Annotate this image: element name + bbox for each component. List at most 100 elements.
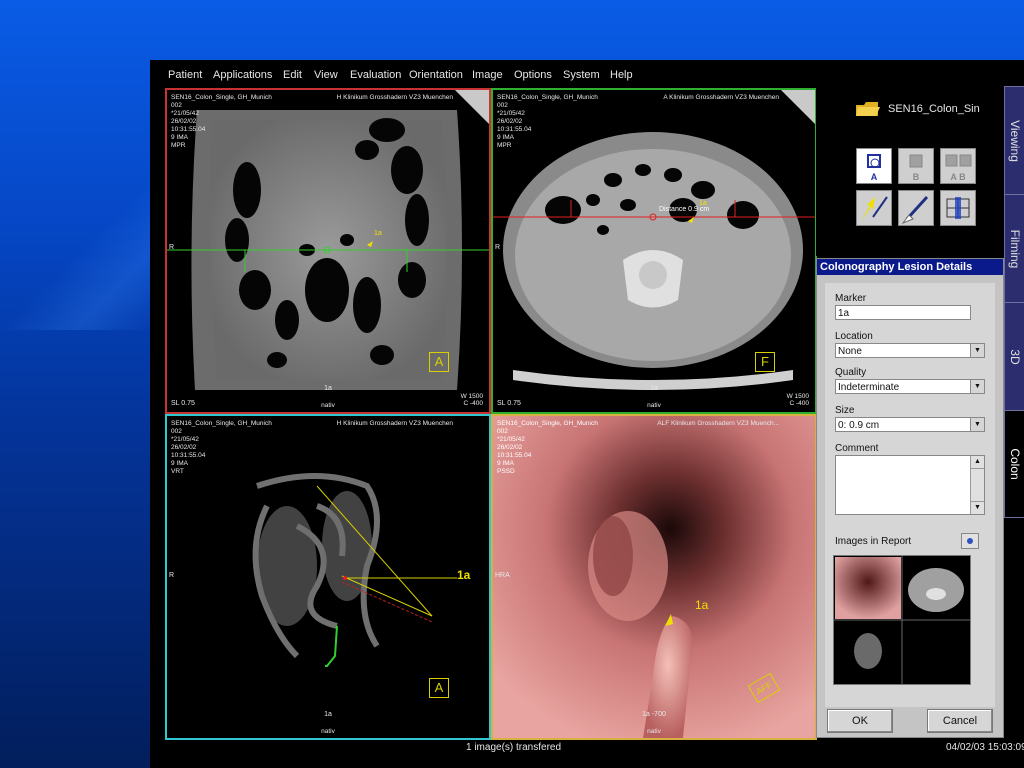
segment-ab-button[interactable]: A B xyxy=(940,148,976,184)
layout-tool-button[interactable] xyxy=(940,190,976,226)
brush-icon xyxy=(901,195,929,225)
report-image-grid[interactable] xyxy=(833,555,971,685)
images-in-report-label: Images in Report xyxy=(835,536,912,547)
quality-select[interactable]: Indeterminate ▼ xyxy=(835,379,985,394)
comment-textarea[interactable]: ▲ ▼ xyxy=(835,455,985,515)
layout-grid-icon xyxy=(946,197,970,219)
marker-input[interactable]: 1a xyxy=(835,305,971,320)
chevron-down-icon[interactable]: ▼ xyxy=(970,418,984,431)
page-corner-icon[interactable] xyxy=(455,90,489,124)
scroll-down-icon[interactable]: ▼ xyxy=(971,501,984,514)
location-label: Location xyxy=(835,331,873,342)
location-value: None xyxy=(838,346,862,357)
status-datetime: 04/02/03 15:03:09 xyxy=(946,742,1024,753)
tab-viewing[interactable]: Viewing xyxy=(1004,86,1024,196)
yellow-arrow-pen-icon xyxy=(861,196,888,221)
segment-a-button[interactable]: A xyxy=(856,148,892,184)
orientation-r-label: R xyxy=(495,244,501,251)
hospital-label: ALF Klinikum Grosshadern VZ3 Muench... xyxy=(657,420,779,427)
folder-icon[interactable] xyxy=(856,102,880,116)
quality-value: Indeterminate xyxy=(838,382,900,393)
scroll-up-icon[interactable]: ▲ xyxy=(971,456,984,469)
tab-colon[interactable]: Colon xyxy=(1004,410,1024,518)
lesion-tag: 1a xyxy=(324,711,332,718)
size-value: 0: 0.9 cm xyxy=(838,420,880,431)
segment-b-label: B xyxy=(912,172,920,182)
viewport-endoluminal[interactable]: SEN16_Colon_Single, GH_Munich 002 *21/05… xyxy=(491,414,817,740)
menu-patient[interactable]: Patient xyxy=(168,69,202,81)
series-label: nativ xyxy=(647,728,661,735)
tab-viewing-label: Viewing xyxy=(1008,120,1022,162)
page-corner-icon[interactable] xyxy=(781,90,815,124)
segment-b-button[interactable]: B xyxy=(898,148,934,184)
ok-button[interactable]: OK xyxy=(827,709,893,733)
comment-label: Comment xyxy=(835,443,879,454)
size-select[interactable]: 0: 0.9 cm ▼ xyxy=(835,417,985,432)
menu-image[interactable]: Image xyxy=(472,69,503,81)
orientation-cube-icon[interactable]: F xyxy=(755,352,775,372)
menu-system[interactable]: System xyxy=(563,69,600,81)
tab-filming-label: Filming xyxy=(1008,229,1022,269)
lesion-tag: 1a -700 xyxy=(642,711,666,718)
lesion-details-panel: Colonography Lesion Details Marker 1a Lo… xyxy=(816,258,1004,738)
series-label: nativ xyxy=(647,402,661,409)
orientation-r-label: R xyxy=(169,572,175,579)
series-label: nativ xyxy=(321,728,335,735)
add-image-icon[interactable] xyxy=(961,533,979,549)
vertical-tab-bar: Viewing Filming 3D Colon xyxy=(1004,86,1024,520)
brush-tool-button[interactable] xyxy=(898,190,934,226)
application-window: Patient Applications Edit View Evaluatio… xyxy=(150,60,1024,768)
window-level: W 1500 C -400 xyxy=(787,393,809,407)
menu-evaluation[interactable]: Evaluation xyxy=(350,69,401,81)
lesion-tag: 1a xyxy=(324,385,332,392)
lesion-tag: 1a xyxy=(650,385,658,392)
report-thumbnails xyxy=(834,556,970,684)
distance-measurement: Distance 0.9 cm xyxy=(659,206,710,213)
viewport-vrt[interactable]: SEN16_Colon_Single, GH_Munich 002 *21/05… xyxy=(165,414,491,740)
viewport-axial[interactable]: SEN16_Colon_Single, GH_Munich 002 *21/05… xyxy=(491,88,817,414)
hospital-label: A Klinikum Grosshadern VZ3 Muenchen xyxy=(663,94,779,101)
menu-edit[interactable]: Edit xyxy=(283,69,302,81)
menu-orientation[interactable]: Orientation xyxy=(409,69,463,81)
menu-options[interactable]: Options xyxy=(514,69,552,81)
menu-help[interactable]: Help xyxy=(610,69,633,81)
menu-applications[interactable]: Applications xyxy=(213,69,272,81)
control-area: SEN16_Colon_Sin A B A B xyxy=(816,86,1004,256)
segment-ab-icon xyxy=(945,154,972,167)
chevron-down-icon[interactable]: ▼ xyxy=(970,380,984,393)
window-value: W 1500 xyxy=(786,393,809,400)
orientation-cube-icon[interactable]: A xyxy=(429,352,449,372)
menu-view[interactable]: View xyxy=(314,69,338,81)
slice-thickness: SL 0.75 xyxy=(497,400,521,407)
marker-label: Marker xyxy=(835,293,867,304)
patient-folder-label[interactable]: SEN16_Colon_Sin xyxy=(888,103,980,115)
cancel-button[interactable]: Cancel xyxy=(927,709,993,733)
comment-scrollbar[interactable]: ▲ ▼ xyxy=(970,456,984,514)
hospital-label: H Klinikum Grosshadern VZ3 Muenchen xyxy=(336,420,453,427)
tab-filming[interactable]: Filming xyxy=(1004,194,1024,304)
series-label: nativ xyxy=(321,402,335,409)
patient-info: SEN16_Colon_Single, GH_Munich 002 *21/05… xyxy=(497,420,598,475)
segment-b-icon xyxy=(909,154,923,168)
size-label: Size xyxy=(835,405,855,416)
patient-info: SEN16_Colon_Single, GH_Munich 002 *21/05… xyxy=(497,94,598,149)
slice-thickness: SL 0.75 xyxy=(171,400,195,407)
center-value: C -400 xyxy=(463,400,483,407)
status-message: 1 image(s) transfered xyxy=(466,742,562,753)
tab-3d[interactable]: 3D xyxy=(1004,302,1024,412)
orientation-r-label: R xyxy=(169,244,175,251)
marker-tool-button[interactable] xyxy=(856,190,892,226)
tab-3d-label: 3D xyxy=(1008,349,1022,365)
location-select[interactable]: None ▼ xyxy=(835,343,985,358)
tab-colon-label: Colon xyxy=(1008,448,1022,480)
orientation-hra-label: HRA xyxy=(495,572,510,579)
orientation-cube-icon[interactable]: A xyxy=(429,678,449,698)
center-value: C -400 xyxy=(789,400,809,407)
chevron-down-icon[interactable]: ▼ xyxy=(970,344,984,357)
viewport-coronal[interactable]: SEN16_Colon_Single, GH_Munich 002 *21/05… xyxy=(165,88,491,414)
patient-info: SEN16_Colon_Single, GH_Munich 002 *21/05… xyxy=(171,420,272,475)
window-level: W 1500 C -400 xyxy=(461,393,483,407)
lesion-marker-label: 1a xyxy=(374,230,382,237)
patient-info: SEN16_Colon_Single, GH_Munich 002 *21/05… xyxy=(171,94,272,149)
menubar: Patient Applications Edit View Evaluatio… xyxy=(150,60,1024,86)
